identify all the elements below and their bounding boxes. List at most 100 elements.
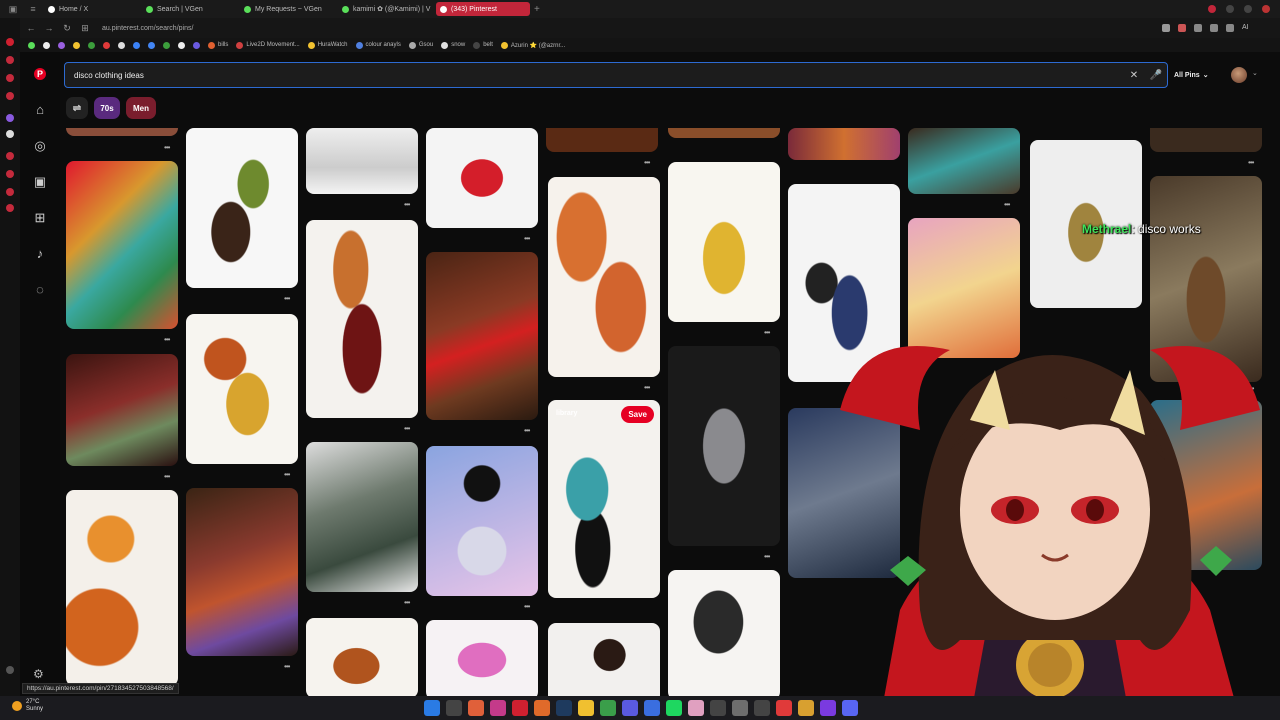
app-icon[interactable]: [644, 700, 660, 716]
pin-card[interactable]: [668, 346, 780, 546]
pin-card[interactable]: [548, 623, 660, 696]
bookmark-icon[interactable]: [163, 41, 170, 49]
bookmark-colour[interactable]: colour anayls: [355, 41, 401, 49]
camera-icon[interactable]: [1210, 24, 1218, 32]
more-options-icon[interactable]: •••: [644, 158, 650, 167]
avatar[interactable]: [1231, 67, 1247, 83]
app-icon[interactable]: [798, 700, 814, 716]
app-icon[interactable]: [732, 700, 748, 716]
extension-icon[interactable]: [1178, 24, 1186, 32]
boards-icon[interactable]: ▣: [32, 174, 48, 190]
chip-70s[interactable]: 70s: [94, 97, 120, 119]
bookmark-icon[interactable]: [88, 41, 95, 49]
pin-card[interactable]: [546, 128, 658, 152]
pin-card[interactable]: [426, 446, 538, 596]
pin-card[interactable]: [306, 618, 418, 696]
spotify-icon[interactable]: [666, 700, 682, 716]
pin-card[interactable]: [306, 442, 418, 592]
new-tab-icon[interactable]: +: [534, 4, 540, 15]
pin-card[interactable]: [426, 620, 538, 696]
pin-card[interactable]: [548, 177, 660, 377]
save-button[interactable]: Save: [621, 406, 654, 423]
close-icon[interactable]: [1262, 5, 1270, 13]
home-icon[interactable]: ⌂: [32, 102, 48, 118]
extension-icon[interactable]: [1162, 24, 1170, 32]
pin-card[interactable]: [66, 354, 178, 466]
create-icon[interactable]: ⊞: [32, 210, 48, 226]
bookmark-icon[interactable]: [133, 41, 140, 49]
bookmark-belt[interactable]: belt: [473, 41, 493, 49]
more-options-icon[interactable]: •••: [404, 424, 410, 433]
download-icon[interactable]: [1194, 24, 1202, 32]
pin-card[interactable]: [66, 161, 178, 329]
menu-icon[interactable]: [1226, 24, 1234, 32]
bookmark-icon[interactable]: [43, 41, 50, 49]
more-options-icon[interactable]: •••: [284, 294, 290, 303]
app-icon[interactable]: [622, 700, 638, 716]
pin-card[interactable]: [186, 128, 298, 288]
explore-icon[interactable]: ◎: [32, 138, 48, 154]
pin-card[interactable]: library Save: [548, 400, 660, 598]
x-icon[interactable]: [6, 130, 14, 138]
steam-icon[interactable]: [556, 700, 572, 716]
pin-card[interactable]: [66, 128, 178, 136]
app-icon[interactable]: [468, 700, 484, 716]
bookmark-icon[interactable]: [73, 41, 80, 49]
tab-kamimi[interactable]: kamimi ✿ (@Kamimi) | V: [338, 2, 432, 16]
chip-men[interactable]: Men: [126, 97, 156, 119]
sidebar-app-icon[interactable]: [6, 170, 14, 178]
pin-card[interactable]: [668, 128, 780, 138]
bookmark-icon[interactable]: [193, 41, 200, 49]
pin-type-dropdown[interactable]: All Pins ⌄: [1174, 66, 1209, 84]
bookmark-snow[interactable]: snow: [441, 41, 465, 49]
more-options-icon[interactable]: •••: [1004, 200, 1010, 209]
board-selector[interactable]: library: [556, 410, 577, 417]
pin-card[interactable]: [306, 128, 418, 194]
app-icon[interactable]: [710, 700, 726, 716]
windows-start-icon[interactable]: [424, 700, 440, 716]
more-options-icon[interactable]: •••: [764, 328, 770, 337]
sidebar-app-icon[interactable]: [6, 204, 14, 212]
pin-card[interactable]: [186, 314, 298, 464]
weather-widget[interactable]: 27°C Sunny: [12, 699, 43, 713]
more-options-icon[interactable]: •••: [404, 598, 410, 607]
pin-card[interactable]: [186, 488, 298, 656]
sidebar-app-icon[interactable]: [6, 92, 14, 100]
pin-card[interactable]: [306, 220, 418, 418]
forward-icon[interactable]: →: [42, 23, 56, 33]
bookmark-gsou[interactable]: Gsou: [408, 41, 433, 49]
app-icon[interactable]: [490, 700, 506, 716]
workspace-icon[interactable]: ▣: [6, 2, 20, 16]
bookmark-icon[interactable]: [28, 41, 35, 49]
app-icon[interactable]: [776, 700, 792, 716]
bookmark-live2d[interactable]: Live2D Movement...: [236, 41, 300, 49]
bookmark-icon[interactable]: [148, 41, 155, 49]
more-options-icon[interactable]: •••: [284, 470, 290, 479]
filters-icon[interactable]: ⇌: [66, 97, 88, 119]
url-field[interactable]: au.pinterest.com/search/pins/: [102, 25, 1162, 32]
search-icon[interactable]: [446, 700, 462, 716]
more-options-icon[interactable]: •••: [284, 662, 290, 671]
bookmark-icon[interactable]: [178, 41, 185, 49]
pin-card[interactable]: [1150, 128, 1262, 152]
app-icon[interactable]: [820, 700, 836, 716]
tab-pinterest[interactable]: (343) Pinterest: [436, 2, 530, 16]
maximize-icon[interactable]: [1244, 5, 1252, 13]
pin-card[interactable]: [908, 128, 1020, 194]
search-input[interactable]: disco clothing ideas: [74, 71, 1123, 80]
pin-card[interactable]: [426, 252, 538, 420]
discord-icon[interactable]: [842, 700, 858, 716]
bookmark-azurin[interactable]: Azurin ⭐ (@azrnr...: [500, 41, 565, 49]
folder-icon[interactable]: [578, 700, 594, 716]
more-options-icon[interactable]: •••: [524, 602, 530, 611]
tab-vgen-requests[interactable]: My Requests ~ VGen: [240, 2, 334, 16]
bookmark-icon[interactable]: [58, 41, 65, 49]
sidebar-app-icon[interactable]: [6, 74, 14, 82]
chevron-down-icon[interactable]: ⌄: [1252, 69, 1258, 77]
messages-icon[interactable]: ◌: [32, 282, 48, 298]
clear-search-icon[interactable]: ✕: [1123, 70, 1145, 81]
chrome-icon[interactable]: [600, 700, 616, 716]
reload-icon[interactable]: ↻: [60, 23, 74, 34]
ai-assistant-icon[interactable]: [1208, 5, 1216, 13]
pinterest-logo-icon[interactable]: P: [34, 68, 46, 80]
